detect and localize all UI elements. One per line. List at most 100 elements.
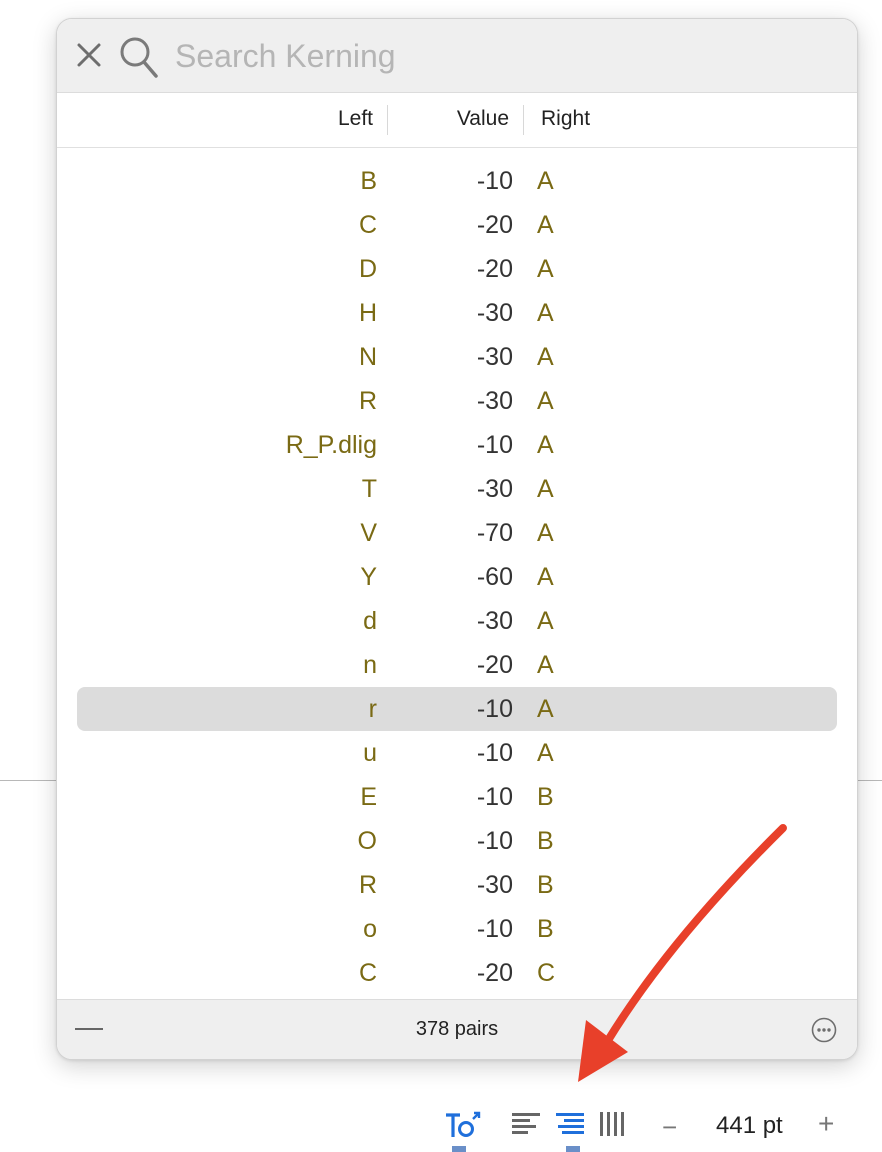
pair-left-cell: r: [368, 695, 377, 723]
kerning-popover: Left Value Right B -10 A C -20 A D -20 A H -30 A N -3…: [56, 18, 858, 1060]
zoom-in-button[interactable]: +: [818, 1108, 834, 1140]
pair-left-cell: D: [358, 255, 377, 283]
pair-value-cell: -10: [476, 783, 513, 811]
column-header-right[interactable]: Right: [541, 107, 590, 131]
text-transform-icon[interactable]: [444, 1110, 482, 1140]
pair-left-cell: C: [358, 211, 377, 239]
active-indicator: [452, 1146, 466, 1152]
pair-value-cell: -10: [476, 695, 513, 723]
pair-left-cell: n: [363, 651, 377, 679]
pair-right-cell: A: [537, 299, 554, 327]
pair-right-cell: A: [537, 695, 554, 723]
pair-right-cell: A: [537, 563, 554, 591]
column-separator[interactable]: [523, 105, 524, 135]
kerning-pair-row[interactable]: O -10 B: [77, 819, 837, 863]
kerning-pair-row[interactable]: D -20 A: [77, 247, 837, 291]
pair-left-cell: V: [360, 519, 377, 547]
close-icon[interactable]: [75, 41, 103, 69]
pair-value-cell: -30: [476, 871, 513, 899]
pair-value-cell: -10: [476, 431, 513, 459]
pair-right-cell: A: [537, 739, 554, 767]
pair-left-cell: R: [358, 387, 377, 415]
kerning-pair-row[interactable]: H -30 A: [77, 291, 837, 335]
search-input[interactable]: [173, 33, 817, 79]
pair-right-cell: B: [537, 783, 554, 811]
pair-left-cell: N: [358, 343, 377, 371]
pair-right-cell: A: [537, 211, 554, 239]
pair-value-cell: -70: [476, 519, 513, 547]
kerning-pair-row[interactable]: C -20 A: [77, 203, 837, 247]
kerning-pair-row[interactable]: R -30 B: [77, 863, 837, 907]
kerning-pair-row[interactable]: r -10 A: [77, 687, 837, 731]
kerning-pair-row[interactable]: E -10 B: [77, 775, 837, 819]
pair-right-cell: C: [537, 959, 556, 987]
search-bar: [57, 19, 857, 93]
pair-right-cell: B: [537, 915, 554, 943]
pairs-count: 378 pairs: [415, 1018, 499, 1040]
pair-right-cell: B: [537, 827, 554, 855]
kerning-pair-row[interactable]: N -30 A: [77, 335, 837, 379]
pair-left-cell: R: [358, 871, 377, 899]
kerning-pair-row[interactable]: R_P.dlig -10 A: [77, 423, 837, 467]
pair-left-cell: E: [360, 783, 377, 811]
pair-left-cell: T: [361, 475, 377, 503]
pair-value-cell: -20: [476, 211, 513, 239]
pair-right-cell: A: [537, 651, 554, 679]
table-header: Left Value Right: [57, 93, 857, 148]
column-separator[interactable]: [387, 105, 388, 135]
pair-value-cell: -30: [476, 475, 513, 503]
kerning-pair-row[interactable]: d -30 A: [77, 599, 837, 643]
active-indicator: [566, 1146, 580, 1152]
bottom-toolbar: − 441 pt +: [0, 1100, 882, 1152]
background-divider-right: [856, 780, 882, 781]
pair-left-cell: H: [358, 299, 377, 327]
pair-value-cell: -30: [476, 299, 513, 327]
pair-value-cell: -10: [476, 827, 513, 855]
pair-value-cell: -30: [476, 607, 513, 635]
pair-right-cell: A: [537, 255, 554, 283]
kerning-pair-row[interactable]: T -30 A: [77, 467, 837, 511]
pair-left-cell: B: [360, 167, 377, 195]
zoom-value: 441 pt: [716, 1112, 783, 1139]
kerning-pair-row[interactable]: V -70 A: [77, 511, 837, 555]
align-left-icon[interactable]: [512, 1112, 540, 1136]
pair-value-cell: -10: [476, 739, 513, 767]
pair-value-cell: -30: [476, 387, 513, 415]
align-right-icon[interactable]: [556, 1112, 584, 1136]
pair-right-cell: A: [537, 431, 554, 459]
pair-value-cell: -20: [476, 255, 513, 283]
pair-right-cell: A: [537, 343, 554, 371]
pair-left-cell: Y: [360, 563, 377, 591]
popover-footer: 378 pairs: [57, 999, 857, 1059]
pair-right-cell: A: [537, 167, 554, 195]
background-divider-left: [0, 780, 56, 781]
kerning-pair-row[interactable]: B -10 A: [77, 159, 837, 203]
pair-right-cell: A: [537, 387, 554, 415]
pair-left-cell: u: [363, 739, 377, 767]
pair-value-cell: -20: [476, 959, 513, 987]
pair-left-cell: d: [363, 607, 377, 635]
kerning-pair-row[interactable]: C -20 C: [77, 951, 837, 995]
pair-right-cell: A: [537, 475, 554, 503]
pair-right-cell: A: [537, 519, 554, 547]
pair-value-cell: -10: [476, 915, 513, 943]
column-header-left[interactable]: Left: [338, 107, 373, 131]
kerning-pair-row[interactable]: o -10 B: [77, 907, 837, 951]
pair-left-cell: R_P.dlig: [285, 431, 377, 459]
pair-left-cell: C: [358, 959, 377, 987]
pair-left-cell: O: [357, 827, 377, 855]
kerning-pair-row[interactable]: n -20 A: [77, 643, 837, 687]
pair-value-cell: -20: [476, 651, 513, 679]
pair-left-cell: o: [363, 915, 377, 943]
pair-value-cell: -30: [476, 343, 513, 371]
pair-right-cell: B: [537, 871, 554, 899]
column-header-value[interactable]: Value: [457, 107, 509, 131]
more-options-icon[interactable]: [811, 1017, 837, 1043]
kerning-pair-row[interactable]: R -30 A: [77, 379, 837, 423]
kerning-pair-row[interactable]: u -10 A: [77, 731, 837, 775]
pair-value-cell: -10: [476, 167, 513, 195]
pair-right-cell: A: [537, 607, 554, 635]
columns-icon[interactable]: [600, 1112, 624, 1136]
zoom-out-button[interactable]: −: [662, 1112, 677, 1143]
kerning-pair-row[interactable]: Y -60 A: [77, 555, 837, 599]
